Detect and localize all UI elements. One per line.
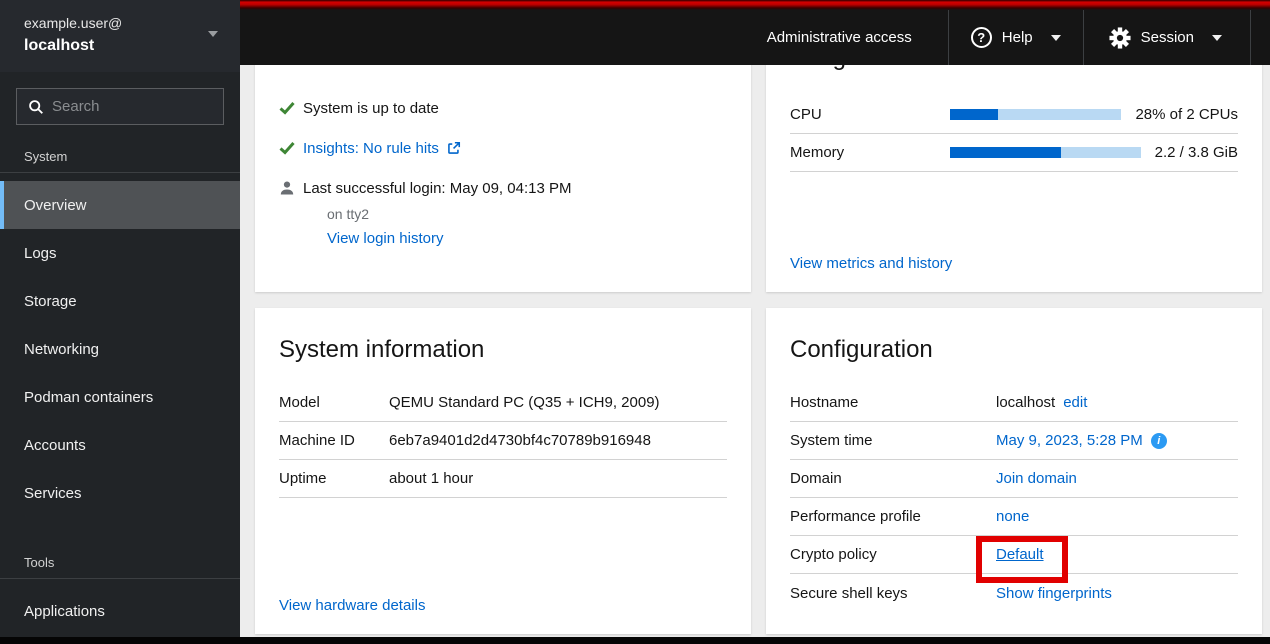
gear-icon: [1109, 26, 1131, 49]
sidebar-item-logs[interactable]: Logs: [0, 229, 240, 277]
system-information-title: System information: [279, 336, 485, 363]
admin-access-button[interactable]: Administrative access: [731, 10, 948, 65]
help-menu[interactable]: ? Help: [947, 10, 1083, 65]
chevron-down-icon: [1212, 34, 1222, 41]
insights-link[interactable]: Insights: No rule hits: [303, 140, 439, 157]
insights-status-row: Insights: No rule hits: [279, 138, 727, 158]
memory-label: Memory: [790, 144, 845, 161]
model-label: Model: [279, 394, 320, 411]
search-box[interactable]: [16, 88, 251, 125]
sidebar-item-services[interactable]: Services: [0, 469, 240, 517]
model-value: QEMU Standard PC (Q35 + ICH9, 2009): [389, 394, 660, 411]
machine-id-label: Machine ID: [279, 432, 355, 449]
sidebar-item-storage[interactable]: Storage: [0, 277, 240, 325]
updates-status-text: System is up to date: [303, 99, 439, 117]
window-bottom-border: [0, 637, 1270, 644]
configuration-title: Configuration: [790, 336, 933, 363]
search-input[interactable]: [52, 98, 251, 115]
last-login-text: Last successful login: May 09, 04:13 PM: [303, 179, 572, 197]
sidebar-item-networking[interactable]: Networking: [0, 325, 240, 373]
machine-id-value: 6eb7a9401d2d4730bf4c70789b916948: [389, 432, 651, 449]
user-name: example.user@: [24, 15, 123, 31]
view-hardware-details-link[interactable]: View hardware details: [279, 597, 425, 614]
masthead-edge-divider: [1250, 10, 1270, 65]
cpu-label: CPU: [790, 106, 822, 123]
host-switcher[interactable]: example.user@ localhost: [0, 0, 240, 72]
external-link-icon: [448, 141, 460, 154]
help-label: Help: [1001, 29, 1033, 46]
model-row: Model QEMU Standard PC (Q35 + ICH9, 2009…: [279, 384, 727, 422]
sidebar-item-podman-containers[interactable]: Podman containers: [0, 373, 240, 421]
memory-progress-fill: [950, 147, 1061, 158]
check-icon: [279, 100, 295, 116]
session-menu[interactable]: Session: [1082, 10, 1250, 65]
brand-accent-strip: [240, 0, 1270, 10]
show-fingerprints-link[interactable]: Show fingerprints: [996, 585, 1112, 602]
hostname-label: Hostname: [790, 394, 859, 411]
crypto-policy-link[interactable]: Default: [996, 546, 1044, 563]
host-name: localhost: [24, 37, 95, 54]
info-icon[interactable]: i: [1150, 432, 1167, 449]
domain-label: Domain: [790, 470, 842, 487]
memory-progress-bar: [950, 147, 1141, 158]
uptime-row: Uptime about 1 hour: [279, 460, 727, 498]
machine-id-row: Machine ID 6eb7a9401d2d4730bf4c70789b916…: [279, 422, 727, 460]
sidebar-item-applications[interactable]: Applications: [0, 587, 240, 635]
join-domain-link[interactable]: Join domain: [996, 470, 1077, 487]
crypto-policy-label: Crypto policy: [790, 546, 877, 563]
cpu-progress-fill: [950, 109, 998, 120]
sidebar-item-overview[interactable]: Overview: [0, 181, 240, 229]
hostname-value: localhost: [996, 394, 1056, 411]
secure-shell-keys-label: Secure shell keys: [790, 584, 908, 602]
nav-section-tools: Tools: [0, 547, 240, 579]
uptime-label: Uptime: [279, 470, 327, 487]
system-time-label: System time: [790, 432, 873, 449]
hostname-row: Hostname localhost edit: [790, 384, 1238, 422]
main-nav: System Overview Logs Storage Networking …: [0, 141, 240, 635]
sidebar: example.user@ localhost System Overview …: [0, 0, 251, 644]
uptime-value: about 1 hour: [389, 470, 474, 487]
updates-status-row: System is up to date: [279, 98, 727, 118]
sidebar-item-accounts[interactable]: Accounts: [0, 421, 240, 469]
search-icon: [29, 99, 43, 114]
login-detail: on tty2: [327, 206, 370, 222]
masthead: Administrative access ? Help Session: [240, 0, 1270, 65]
help-icon: ?: [970, 27, 992, 48]
chevron-down-icon: [1050, 34, 1061, 41]
system-time-row: System time May 9, 2023, 5:28 PM i: [790, 422, 1238, 460]
configuration-card: Configuration Hostname localhost edit Sy…: [766, 308, 1262, 634]
check-icon: [279, 140, 295, 156]
performance-profile-row: Performance profile none: [790, 498, 1238, 536]
last-login-row: Last successful login: May 09, 04:13 PM: [279, 178, 727, 198]
overview-page: Health System is up to date Insights: No…: [240, 0, 1270, 644]
performance-profile-label: Performance profile: [790, 508, 921, 525]
memory-usage-row: Memory 2.2 / 3.8 GiB: [790, 134, 1238, 172]
cpu-usage-row: CPU 28% of 2 CPUs: [790, 96, 1238, 134]
chevron-down-icon: [208, 31, 218, 37]
nav-section-system: System: [0, 141, 240, 173]
performance-profile-link[interactable]: none: [996, 508, 1029, 525]
user-icon: [279, 180, 295, 196]
hostname-edit-link[interactable]: edit: [1063, 394, 1087, 411]
view-metrics-link[interactable]: View metrics and history: [790, 255, 952, 272]
view-login-history-link[interactable]: View login history: [327, 230, 727, 247]
session-label: Session: [1140, 29, 1194, 46]
system-information-card: System information Model QEMU Standard P…: [255, 308, 751, 634]
cpu-progress-bar: [950, 109, 1122, 120]
secure-shell-keys-row: Secure shell keys Show fingerprints: [790, 574, 1238, 612]
domain-row: Domain Join domain: [790, 460, 1238, 498]
crypto-policy-row: Crypto policy Default: [790, 536, 1238, 574]
memory-value: 2.2 / 3.8 GiB: [1154, 144, 1238, 161]
system-time-link[interactable]: May 9, 2023, 5:28 PM: [996, 432, 1143, 449]
cpu-value: 28% of 2 CPUs: [1135, 106, 1238, 123]
